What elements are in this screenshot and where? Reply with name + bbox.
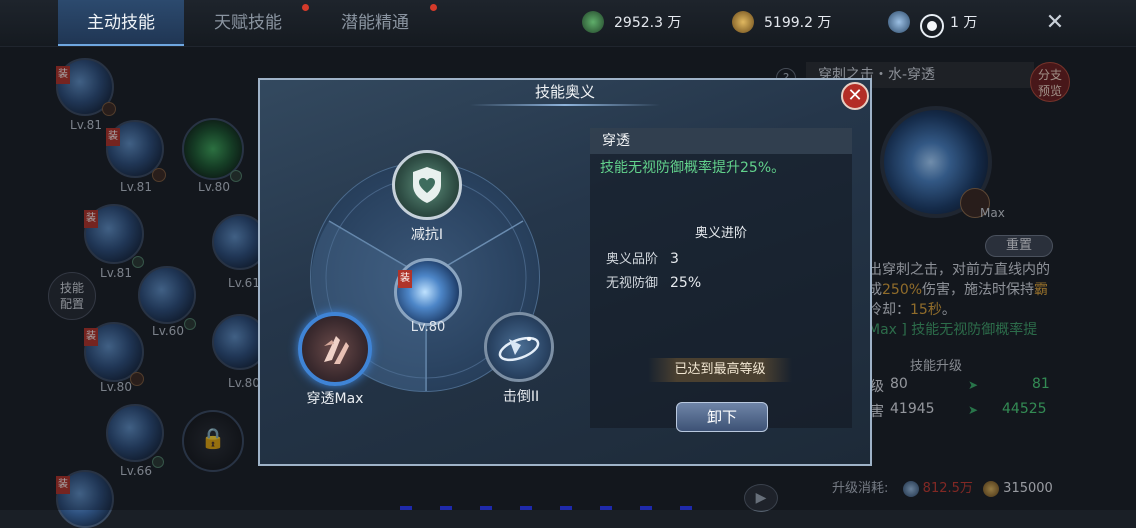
equipped-tag: 装 <box>398 270 412 288</box>
unload-button[interactable]: 卸下 <box>676 402 768 432</box>
dialog-close-button[interactable]: ✕ <box>841 82 869 110</box>
center-skill-level: Lv.80 <box>410 320 446 335</box>
defense-reduction-label: 减抗I <box>410 227 444 243</box>
tab-talent-skills[interactable]: 天赋技能 <box>185 0 311 46</box>
max-level-banner: 已达到最高等级 <box>648 358 792 382</box>
title-underline <box>470 104 660 106</box>
mastery-node-pierce[interactable] <box>298 312 372 386</box>
mastery-info-description: 技能无视防御概率提升25%。 <box>600 160 786 176</box>
stat-value: 3 <box>670 251 679 267</box>
tab-active-skills[interactable]: 主动技能 <box>58 0 184 46</box>
pierce-claw-icon <box>324 336 349 364</box>
mastery-node-defense-reduction[interactable] <box>392 150 462 220</box>
stat-row-ignore-defense: 无视防御 25% <box>606 272 701 291</box>
stat-key: 奥义品阶 <box>606 252 659 267</box>
mastery-info-title: 穿透 <box>590 128 852 154</box>
knockdown-swirl-icon <box>498 336 540 362</box>
stat-row-grade: 奥义品阶 3 <box>606 248 679 267</box>
mastery-node-knockdown[interactable] <box>484 312 554 382</box>
mastery-center-skill[interactable] <box>394 258 462 326</box>
dialog-title: 技能奥义 <box>534 83 595 101</box>
touch-cursor-dot-icon <box>927 21 937 31</box>
close-window-button[interactable]: ✕ <box>1040 8 1070 38</box>
gold-coin-icon <box>732 11 754 33</box>
stat-value: 25% <box>670 275 702 291</box>
mastery-advance-title: 奥义进阶 <box>694 226 747 241</box>
stat-key: 无视防御 <box>606 276 659 291</box>
tab-potential-mastery[interactable]: 潜能精通 <box>312 0 438 46</box>
knockdown-label: 击倒II <box>502 389 540 405</box>
leaf-currency-icon <box>582 11 604 33</box>
tab-talent-notification-dot <box>302 4 309 11</box>
crystal-currency-icon <box>888 11 910 33</box>
tab-mastery-notification-dot <box>430 4 437 11</box>
resource-crystal-amount: 1 万 <box>950 15 978 31</box>
resource-gold-amount: 5199.2 万 <box>764 15 832 31</box>
pierce-label: 穿透Max <box>306 391 364 407</box>
shield-heart-icon <box>413 167 441 203</box>
resource-leaf-amount: 2952.3 万 <box>614 15 682 31</box>
